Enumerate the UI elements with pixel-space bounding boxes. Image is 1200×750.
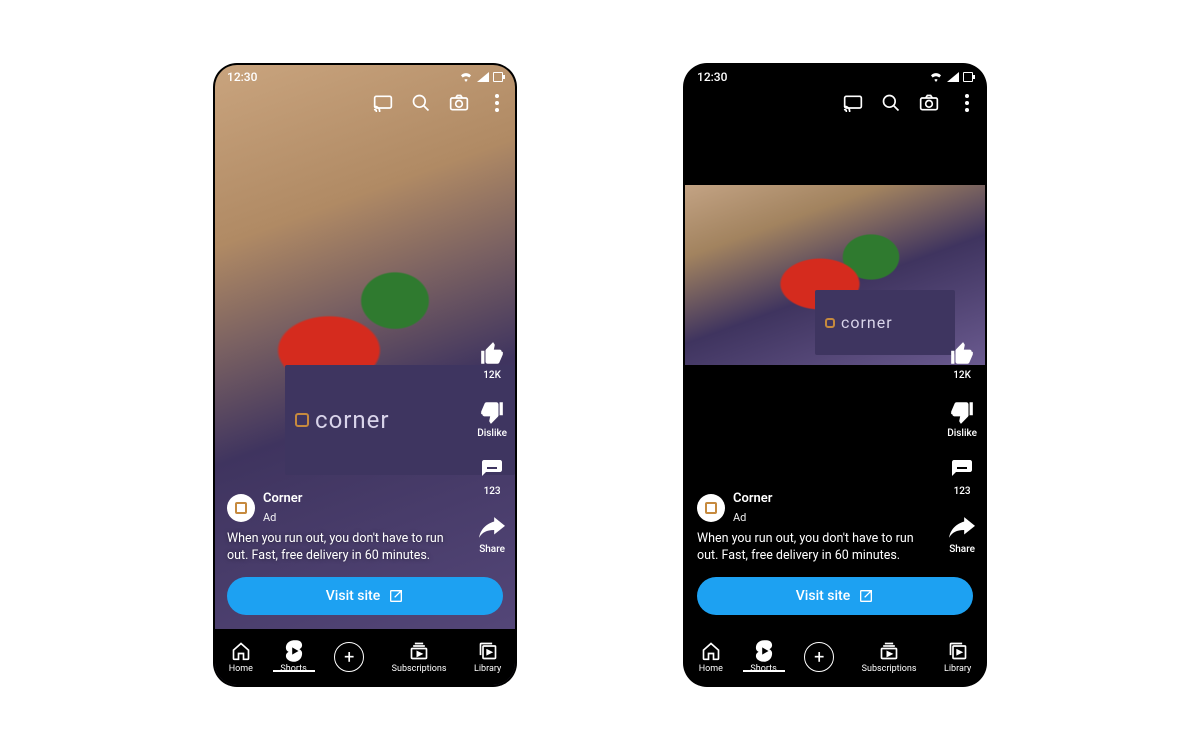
share-icon	[479, 515, 505, 541]
nav-shorts[interactable]: Shorts	[280, 640, 306, 674]
phone-mock-fullbleed: corner 12:30 12K	[215, 65, 515, 685]
advertiser-avatar[interactable]	[227, 494, 255, 522]
action-rail: 12K Dislike 123 Share	[477, 341, 507, 555]
open-external-icon	[388, 588, 404, 604]
subscriptions-icon	[878, 640, 900, 662]
comment-count: 123	[954, 486, 971, 497]
camera-icon[interactable]	[449, 93, 469, 113]
thumbs-down-icon	[479, 399, 505, 425]
dislike-label: Dislike	[477, 428, 507, 439]
thumbs-up-icon	[949, 341, 975, 367]
dislike-button[interactable]: Dislike	[947, 399, 977, 439]
cta-button[interactable]: Visit site	[697, 577, 973, 615]
library-icon	[947, 640, 969, 662]
status-bar: 12:30	[685, 65, 985, 89]
action-rail: 12K Dislike 123 Share	[947, 341, 977, 555]
home-icon	[230, 640, 252, 662]
dislike-label: Dislike	[947, 428, 977, 439]
bottom-nav: Home Shorts + Subscriptions Library	[685, 629, 985, 685]
like-button[interactable]: 12K	[479, 341, 505, 381]
plus-icon: +	[804, 642, 834, 672]
cast-icon[interactable]	[843, 93, 863, 113]
ad-brand-overlay: corner	[815, 290, 955, 355]
ad-info-block: Corner Ad When you run out, you don't ha…	[227, 491, 459, 565]
comment-button[interactable]: 123	[479, 457, 505, 497]
advertiser-name[interactable]: Corner	[733, 491, 772, 507]
cast-icon[interactable]	[373, 93, 393, 113]
advertiser-avatar[interactable]	[697, 494, 725, 522]
share-button[interactable]: Share	[949, 515, 975, 555]
comment-icon	[949, 457, 975, 483]
share-label: Share	[479, 544, 505, 555]
subscriptions-icon	[408, 640, 430, 662]
comment-count: 123	[484, 486, 501, 497]
dislike-button[interactable]: Dislike	[477, 399, 507, 439]
like-count: 12K	[483, 370, 501, 381]
bottom-nav: Home Shorts + Subscriptions Library	[215, 629, 515, 685]
battery-icon	[963, 72, 973, 82]
shorts-icon	[283, 640, 305, 662]
ad-info-block: Corner Ad When you run out, you don't ha…	[697, 491, 929, 565]
status-time: 12:30	[227, 70, 257, 84]
more-icon[interactable]	[487, 93, 507, 113]
comment-button[interactable]: 123	[949, 457, 975, 497]
cta-label: Visit site	[796, 588, 850, 604]
nav-shorts[interactable]: Shorts	[750, 640, 776, 674]
share-icon	[949, 515, 975, 541]
status-bar: 12:30	[215, 65, 515, 89]
nav-create[interactable]: +	[334, 642, 364, 672]
library-icon	[477, 640, 499, 662]
cta-label: Visit site	[326, 588, 380, 604]
like-count: 12K	[953, 370, 971, 381]
ad-badge: Ad	[733, 511, 746, 524]
shorts-icon	[753, 640, 775, 662]
share-button[interactable]: Share	[479, 515, 505, 555]
top-action-bar	[843, 93, 977, 113]
comment-icon	[479, 457, 505, 483]
nav-subscriptions[interactable]: Subscriptions	[392, 640, 447, 674]
nav-home[interactable]: Home	[699, 640, 723, 674]
camera-icon[interactable]	[919, 93, 939, 113]
wifi-icon	[459, 72, 473, 82]
search-icon[interactable]	[411, 93, 431, 113]
nav-home[interactable]: Home	[229, 640, 253, 674]
more-icon[interactable]	[957, 93, 977, 113]
share-label: Share	[949, 544, 975, 555]
open-external-icon	[858, 588, 874, 604]
signal-icon	[477, 72, 489, 82]
nav-create[interactable]: +	[804, 642, 834, 672]
wifi-icon	[929, 72, 943, 82]
plus-icon: +	[334, 642, 364, 672]
ad-caption: When you run out, you don't have to run …	[227, 531, 459, 565]
home-icon	[700, 640, 722, 662]
top-action-bar	[373, 93, 507, 113]
phone-mock-letterboxed: corner 12:30 12K	[685, 65, 985, 685]
like-button[interactable]: 12K	[949, 341, 975, 381]
cta-button[interactable]: Visit site	[227, 577, 503, 615]
nav-subscriptions[interactable]: Subscriptions	[862, 640, 917, 674]
nav-library[interactable]: Library	[944, 640, 971, 674]
ad-caption: When you run out, you don't have to run …	[697, 531, 929, 565]
ad-badge: Ad	[263, 511, 276, 524]
advertiser-name[interactable]: Corner	[263, 491, 302, 507]
nav-library[interactable]: Library	[474, 640, 501, 674]
battery-icon	[493, 72, 503, 82]
thumbs-down-icon	[949, 399, 975, 425]
status-time: 12:30	[697, 70, 727, 84]
search-icon[interactable]	[881, 93, 901, 113]
signal-icon	[947, 72, 959, 82]
thumbs-up-icon	[479, 341, 505, 367]
